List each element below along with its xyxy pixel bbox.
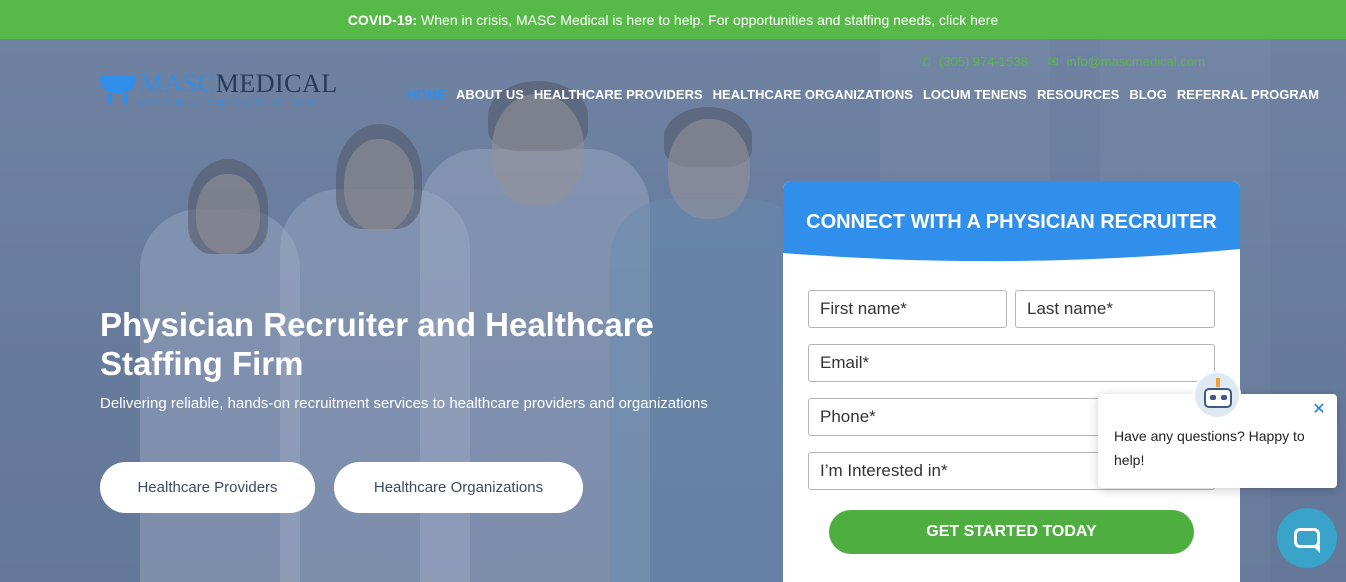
logo-text-medical: MEDICAL (215, 69, 338, 98)
chat-message: Have any questions? Happy to help! (1114, 428, 1305, 468)
nav-healthcare-organizations[interactable]: HEALTHCARE ORGANIZATIONS (713, 87, 913, 102)
robot-icon (1204, 388, 1232, 408)
nav-locum-tenens[interactable]: LOCUM TENENS (923, 87, 1027, 102)
covid-banner-text[interactable]: When in crisis, MASC Medical is here to … (421, 12, 998, 28)
chat-bot-avatar (1193, 371, 1241, 419)
covid-banner-label: COVID-19: (347, 11, 418, 28)
nav-resources[interactable]: RESOURCES (1037, 87, 1119, 102)
get-started-button[interactable]: GET STARTED TODAY (829, 510, 1194, 554)
email-link[interactable]: ✉ info@mascmedical.com (1048, 54, 1205, 70)
logo-text-masc: MASC (140, 69, 216, 98)
form-title: CONNECT WITH A PHYSICIAN RECRUITER (806, 211, 1217, 233)
phone-icon: ✆ (920, 54, 931, 69)
contact-info: ✆ (305) 974-1538 ✉ info@mascmedical.com (920, 54, 1205, 70)
contact-form: CONNECT WITH A PHYSICIAN RECRUITER First… (783, 181, 1240, 582)
hero-subtitle: Delivering reliable, hands-on recruitmen… (100, 395, 708, 412)
last-name-field[interactable]: Last name* (1015, 290, 1215, 328)
first-name-field[interactable]: First name* (808, 290, 1007, 328)
covid-banner[interactable]: COVID-19: When in crisis, MASC Medical i… (0, 0, 1346, 39)
main-nav: HOME ABOUT US HEALTHCARE PROVIDERS HEALT… (407, 87, 1319, 102)
hero-section: ✆ (305) 974-1538 ✉ info@mascmedical.com MA… (0, 39, 1346, 582)
email-field[interactable]: Email* (808, 344, 1215, 382)
envelope-icon: ✉ (1047, 54, 1059, 69)
logo[interactable]: MASCMEDICAL RECRUITMENT FIRM (100, 71, 338, 108)
nav-healthcare-providers[interactable]: HEALTHCARE PROVIDERS (534, 87, 703, 102)
nav-home[interactable]: HOME (407, 87, 446, 102)
phone-number: (305) 974-1538 (938, 54, 1028, 69)
healthcare-organizations-button[interactable]: Healthcare Organizations (334, 462, 583, 513)
form-header-curve (783, 249, 1240, 271)
nav-blog[interactable]: BLOG (1129, 87, 1167, 102)
chat-bubble-icon (1294, 528, 1320, 553)
hero-title: Physician Recruiter and Healthcare Staff… (100, 306, 654, 382)
chat-launcher-button[interactable] (1277, 508, 1337, 568)
email-address: info@mascmedical.com (1066, 54, 1205, 69)
logo-mark-icon (100, 71, 136, 103)
phone-link[interactable]: ✆ (305) 974-1538 (920, 54, 1028, 70)
logo-tagline: RECRUITMENT FIRM (140, 98, 320, 108)
nav-referral-program[interactable]: REFERRAL PROGRAM (1177, 87, 1319, 102)
close-icon[interactable]: ✕ (1311, 402, 1327, 418)
healthcare-providers-button[interactable]: Healthcare Providers (100, 462, 315, 513)
nav-about-us[interactable]: ABOUT US (456, 87, 524, 102)
